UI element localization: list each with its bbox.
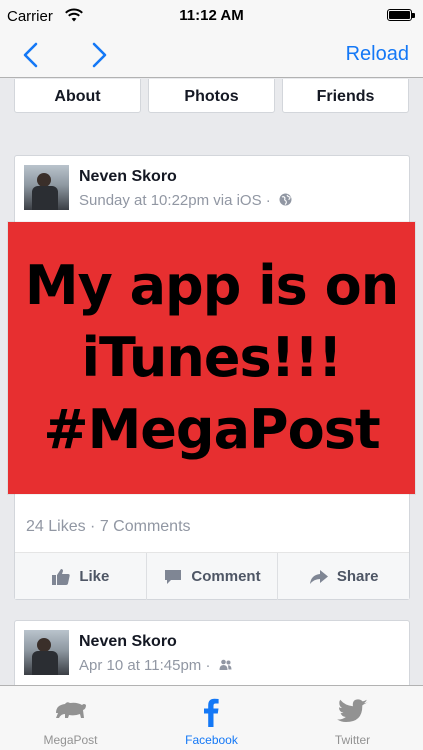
- avatar-body: [32, 651, 58, 675]
- profile-tab-about[interactable]: About: [14, 79, 141, 113]
- navigation-bar: Reload: [0, 32, 423, 78]
- post-timestamp[interactable]: Apr 10 at 11:45pm ·: [79, 657, 232, 674]
- tab-facebook[interactable]: Facebook: [141, 686, 282, 750]
- profile-tabs: About Photos Friends: [14, 79, 410, 113]
- post-author-name[interactable]: Neven Skoro: [79, 168, 177, 186]
- reload-button[interactable]: Reload: [346, 43, 409, 66]
- like-button[interactable]: Like: [15, 553, 147, 600]
- avatar[interactable]: [24, 165, 69, 210]
- tab-label: MegaPost: [43, 733, 98, 747]
- avatar[interactable]: [24, 630, 69, 675]
- globe-icon: [279, 193, 292, 206]
- clock-label: 11:12 AM: [179, 7, 244, 24]
- status-bar: Carrier 11:12 AM: [0, 0, 423, 32]
- bear-icon: [55, 702, 86, 718]
- share-label: Share: [336, 568, 379, 585]
- facebook-icon: [203, 698, 219, 727]
- twitter-bird-icon: [336, 699, 368, 722]
- post-timestamp[interactable]: Sunday at 10:22pm via iOS ·: [79, 192, 292, 209]
- chevron-right-icon[interactable]: [82, 39, 114, 71]
- thumbs-up-icon: [52, 568, 70, 585]
- post-actions: Like Comment Share: [15, 552, 409, 600]
- comment-label: Comment: [191, 568, 261, 585]
- battery-tip: [412, 13, 415, 18]
- profile-tab-label: Photos: [184, 88, 239, 105]
- like-label: Like: [79, 568, 110, 585]
- avatar-head: [37, 638, 51, 652]
- post-image[interactable]: My app is on iTunes!!! #MegaPost: [8, 222, 415, 494]
- tab-label: Facebook: [185, 733, 238, 747]
- post-image-text-line: iTunes!!!: [81, 326, 343, 389]
- comment-button[interactable]: Comment: [147, 553, 279, 600]
- avatar-head: [37, 173, 51, 187]
- battery-icon: [387, 9, 412, 21]
- post-card: Neven Skoro Apr 10 at 11:45pm ·: [14, 620, 410, 685]
- tab-bar: MegaPost Facebook Twitter: [0, 685, 423, 750]
- post-meta-text: Sunday at 10:22pm via iOS ·: [79, 192, 271, 209]
- tab-twitter[interactable]: Twitter: [282, 686, 423, 750]
- tab-label: Twitter: [334, 733, 371, 747]
- comment-icon: [165, 569, 182, 584]
- battery-level: [389, 11, 410, 19]
- post-stats[interactable]: 24 Likes · 7 Comments: [26, 518, 191, 536]
- profile-tab-label: Friends: [316, 88, 375, 105]
- share-button[interactable]: Share: [278, 553, 409, 600]
- profile-tab-friends[interactable]: Friends: [282, 79, 409, 113]
- post-image-text-line: My app is on: [24, 254, 399, 317]
- chevron-left-icon[interactable]: [16, 39, 48, 71]
- profile-tab-label: About: [54, 88, 101, 105]
- post-meta-text: Apr 10 at 11:45pm ·: [79, 657, 211, 674]
- post-author-name[interactable]: Neven Skoro: [79, 633, 177, 651]
- profile-tab-photos[interactable]: Photos: [148, 79, 275, 113]
- tab-megapost[interactable]: MegaPost: [0, 686, 141, 750]
- friends-icon: [219, 659, 232, 670]
- post-image-text-line: #MegaPost: [43, 398, 380, 461]
- avatar-body: [32, 186, 58, 210]
- share-arrow-icon: [309, 569, 328, 584]
